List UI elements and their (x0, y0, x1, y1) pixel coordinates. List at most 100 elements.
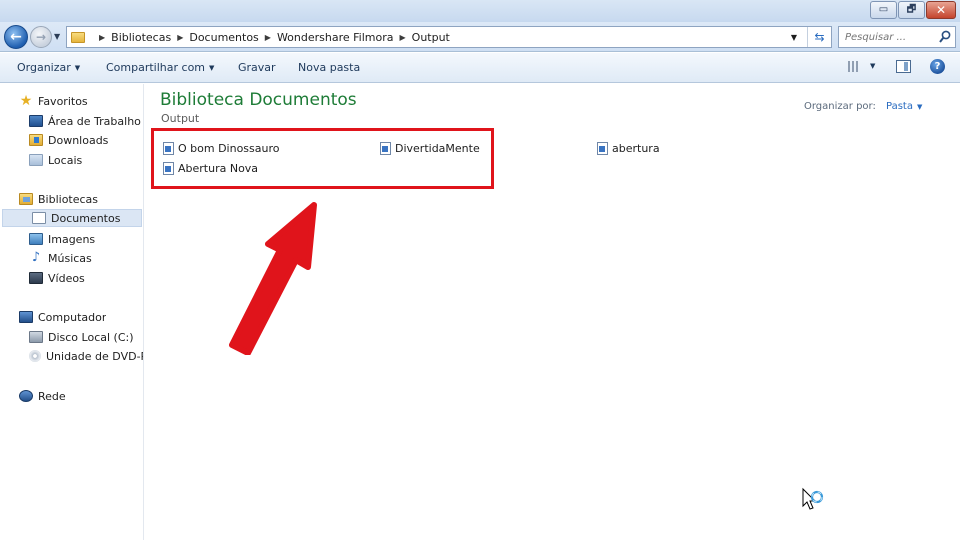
sidebar-item-label: Disco Local (C:) (48, 330, 134, 344)
sidebar-item-rede[interactable]: Rede (19, 387, 66, 405)
chevron-down-icon: ▼ (916, 103, 923, 111)
sidebar-item-musicas[interactable]: ♪ Músicas (29, 249, 92, 267)
navigation-pane: ★ Favoritos Área de Trabalho Downloads L… (0, 84, 144, 540)
recent-pages-dropdown[interactable]: ▼ (54, 32, 60, 41)
sidebar-item-label: Imagens (48, 232, 96, 246)
sidebar-item-label: Bibliotecas (38, 192, 99, 206)
chevron-down-icon: ▼ (209, 64, 215, 72)
sidebar-item-label: Músicas (48, 251, 92, 265)
back-button[interactable]: ← (4, 25, 28, 49)
title-bar: ▭ 🗗 ✕ (0, 0, 960, 22)
library-title: Biblioteca Documentos (160, 90, 357, 110)
annotation-highlight-box (151, 128, 494, 189)
arrange-by-dropdown[interactable]: Pasta ▼ (886, 101, 922, 112)
minimize-icon: ▭ (878, 4, 889, 15)
change-view-icon[interactable] (848, 61, 860, 72)
desktop-icon (29, 115, 43, 127)
file-list-pane: Biblioteca Documentos Output Organizar p… (145, 84, 960, 540)
sidebar-item-label: Favoritos (38, 94, 88, 108)
address-bar[interactable]: ▶ Bibliotecas ▶ Documentos ▶ Wondershare… (66, 26, 832, 48)
sidebar-item-label: Computador (38, 310, 107, 324)
star-icon: ★ (19, 93, 33, 109)
sidebar-item-label: Unidade de DVD-RW (46, 349, 143, 363)
network-icon (19, 390, 33, 402)
search-box[interactable] (838, 26, 956, 48)
search-input[interactable] (845, 31, 935, 43)
file-name: Abertura Nova (178, 162, 259, 175)
sidebar-item-disco-local[interactable]: Disco Local (C:) (29, 328, 134, 346)
chevron-right-icon[interactable]: ▶ (265, 33, 271, 42)
close-button[interactable]: ✕ (926, 1, 956, 19)
downloads-icon (29, 134, 43, 146)
chevron-down-icon: ▼ (74, 64, 81, 72)
close-icon: ✕ (935, 3, 947, 17)
dvd-drive-icon (29, 350, 41, 362)
preview-pane-icon[interactable] (896, 60, 911, 73)
sidebar-item-downloads[interactable]: Downloads (29, 131, 108, 149)
file-name: O bom Dinossauro (178, 142, 280, 155)
maximize-button[interactable]: 🗗 (898, 1, 925, 19)
sidebar-item-dvd-drive[interactable]: Unidade de DVD-RW (29, 347, 143, 365)
arrow-right-icon: → (35, 30, 47, 44)
breadcrumb-documentos[interactable]: Documentos (189, 31, 258, 44)
burn-button[interactable]: Gravar (238, 61, 276, 74)
arrow-left-icon: ← (10, 29, 22, 45)
video-file-icon (597, 142, 608, 155)
sidebar-item-locais[interactable]: Locais (29, 151, 82, 169)
address-row: ← → ▼ ▶ Bibliotecas ▶ Documentos ▶ Wonde… (0, 22, 960, 52)
arrange-by-value: Pasta (886, 101, 913, 112)
pictures-icon (29, 233, 43, 245)
sidebar-item-bibliotecas[interactable]: Bibliotecas (19, 190, 98, 208)
video-icon (29, 272, 43, 284)
view-options-dropdown[interactable]: ▼ (870, 62, 875, 70)
music-icon: ♪ (31, 250, 41, 265)
address-dropdown-icon[interactable]: ▼ (787, 27, 801, 47)
command-bar: Organizar ▼ Compartilhar com ▼ Gravar Nova… (0, 53, 960, 83)
sidebar-item-videos[interactable]: Vídeos (29, 269, 85, 287)
document-icon (32, 212, 46, 224)
folder-icon (71, 31, 85, 43)
share-label: Compartilhar com (106, 61, 206, 74)
computer-icon (19, 311, 33, 323)
sidebar-item-computador[interactable]: Computador (19, 308, 106, 326)
libraries-icon (19, 193, 33, 205)
breadcrumb-wondershare-filmora[interactable]: Wondershare Filmora (277, 31, 394, 44)
file-item[interactable]: abertura (597, 142, 660, 155)
refresh-button[interactable]: ⇆ (807, 27, 831, 47)
help-icon[interactable]: ? (930, 59, 945, 74)
sidebar-item-label: Documentos (51, 211, 121, 225)
window-controls: ▭ 🗗 ✕ (870, 1, 956, 19)
sidebar-item-favoritos[interactable]: ★ Favoritos (19, 92, 88, 110)
chevron-right-icon[interactable]: ▶ (400, 33, 406, 42)
sidebar-item-documentos[interactable]: Documentos (2, 209, 142, 227)
sidebar-item-label: Locais (48, 153, 83, 167)
arrange-by-label: Organizar por: (804, 101, 876, 112)
recent-places-icon (29, 154, 43, 166)
refresh-icon: ⇆ (814, 30, 825, 44)
search-icon[interactable] (939, 30, 951, 44)
organize-button[interactable]: Organizar ▼ (17, 61, 80, 74)
sidebar-item-label: Downloads (48, 133, 109, 147)
forward-button[interactable]: → (30, 26, 52, 48)
file-item[interactable]: Abertura Nova (163, 162, 258, 175)
sidebar-item-imagens[interactable]: Imagens (29, 230, 95, 248)
video-file-icon (380, 142, 391, 155)
chevron-right-icon[interactable]: ▶ (99, 33, 105, 42)
library-subtitle: Output (161, 112, 200, 125)
file-name: DivertidaMente (395, 142, 480, 155)
file-item[interactable]: O bom Dinossauro (163, 142, 280, 155)
share-button[interactable]: Compartilhar com ▼ (106, 61, 214, 74)
new-folder-button[interactable]: Nova pasta (298, 61, 360, 74)
file-name: abertura (612, 142, 660, 155)
hard-drive-icon (29, 331, 43, 343)
breadcrumb-output[interactable]: Output (412, 31, 450, 44)
chevron-right-icon[interactable]: ▶ (177, 33, 183, 42)
sidebar-item-area-de-trabalho[interactable]: Área de Trabalho (29, 112, 141, 130)
breadcrumb-bibliotecas[interactable]: Bibliotecas (111, 31, 171, 44)
sidebar-item-label: Vídeos (48, 271, 85, 285)
file-item[interactable]: DivertidaMente (380, 142, 480, 155)
sidebar-item-label: Rede (38, 389, 66, 403)
minimize-button[interactable]: ▭ (870, 1, 897, 19)
video-file-icon (163, 162, 174, 175)
video-file-icon (163, 142, 174, 155)
